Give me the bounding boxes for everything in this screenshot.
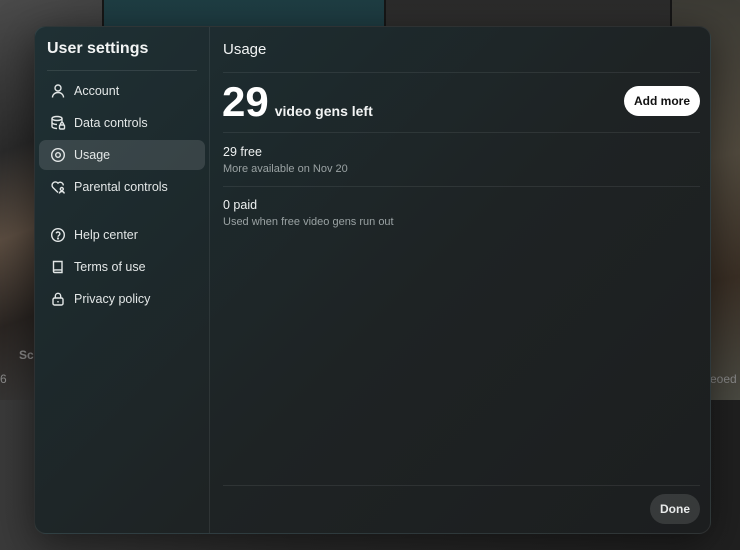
database-icon [51, 115, 66, 130]
sidebar-item-usage[interactable]: Usage [39, 140, 205, 170]
book-icon [52, 260, 63, 274]
sidebar-item-label: Data controls [74, 116, 148, 130]
background-text: eoed [710, 372, 737, 386]
sidebar-item-privacy-policy[interactable]: Privacy policy [39, 284, 205, 314]
sidebar-item-label: Parental controls [74, 180, 168, 194]
lock-icon [52, 292, 64, 306]
sidebar-item-account[interactable]: Account [39, 76, 205, 106]
paid-gens-subtitle: Used when free video gens run out [223, 216, 394, 228]
page-title: Usage [223, 41, 267, 58]
sidebar-item-label: Account [74, 84, 120, 98]
person-icon [51, 84, 65, 98]
settings-modal: User settings Account Data controls Usag… [34, 26, 711, 534]
background-text: Sc [19, 348, 34, 362]
help-icon [50, 227, 66, 243]
done-button[interactable]: Done [650, 494, 700, 524]
sidebar-divider [47, 70, 197, 71]
sidebar-item-parental-controls[interactable]: Parental controls [39, 172, 205, 202]
free-gens-title: 29 free [223, 145, 262, 159]
usage-icon [50, 147, 66, 163]
sidebar-title: User settings [47, 40, 149, 57]
sidebar-item-label: Help center [74, 228, 138, 242]
sidebar-item-help-center[interactable]: Help center [39, 220, 205, 250]
sidebar-item-label: Terms of use [74, 260, 146, 274]
sidebar-item-data-controls[interactable]: Data controls [39, 108, 205, 138]
background-text: 6 [0, 372, 7, 386]
usage-panel: Usage 29 video gens left Add more 29 fre… [211, 27, 710, 533]
sidebar-item-terms-of-use[interactable]: Terms of use [39, 252, 205, 282]
usage-summary: 29 video gens left [222, 77, 373, 127]
paid-gens-title: 0 paid [223, 198, 258, 212]
sidebar-item-label: Privacy policy [74, 292, 151, 306]
heart-person-icon [51, 181, 65, 194]
divider [223, 186, 700, 187]
divider [223, 72, 700, 73]
divider [223, 485, 700, 486]
sidebar-item-label: Usage [74, 148, 111, 162]
remaining-count: 29 [222, 78, 269, 125]
divider [223, 132, 700, 133]
add-more-button[interactable]: Add more [623, 86, 700, 116]
remaining-label: video gens left [274, 103, 373, 119]
free-gens-subtitle: More available on Nov 20 [223, 163, 348, 175]
settings-sidebar: User settings Account Data controls Usag… [35, 27, 210, 533]
